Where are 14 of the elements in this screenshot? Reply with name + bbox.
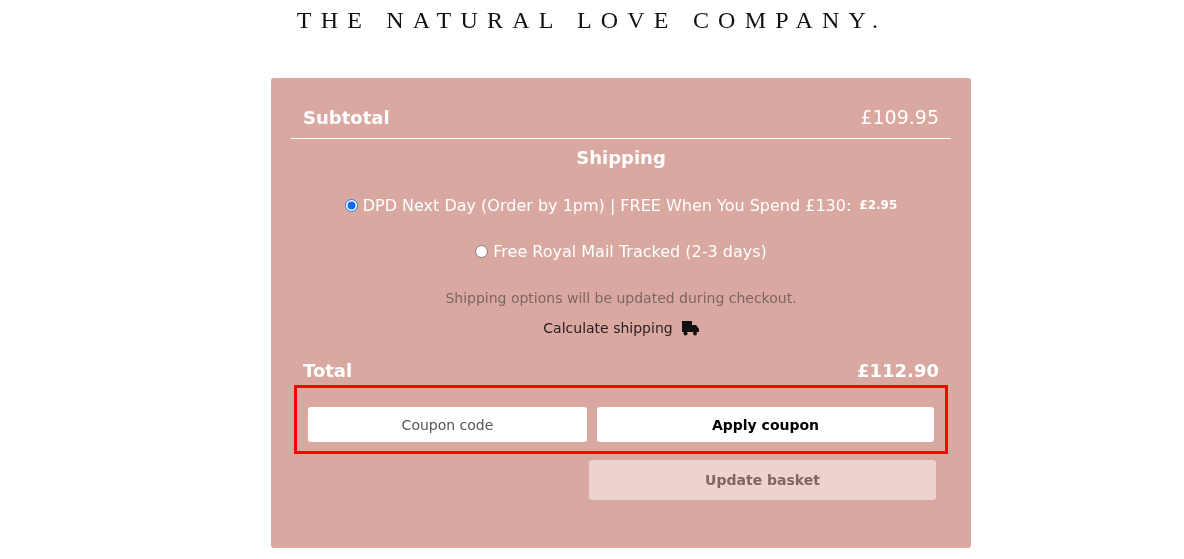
logo[interactable]: THE NATURAL LOVE COMPANY. — [296, 5, 888, 35]
shipping-radio[interactable] — [344, 198, 358, 212]
shipping-note: Shipping options will be updated during checkout. — [445, 290, 797, 306]
calculate-shipping-link[interactable]: Calculate shipping — [543, 320, 673, 336]
total-label: Total — [303, 360, 353, 381]
shipping-radio[interactable] — [475, 244, 489, 258]
apply-coupon-button[interactable]: Apply coupon — [597, 407, 934, 442]
shipping-price: £2.95 — [859, 198, 898, 212]
coupon-field[interactable]: Coupon code — [308, 407, 587, 442]
truck-icon — [681, 320, 699, 336]
total-value: £112.90 — [857, 360, 939, 381]
shipping-title: Shipping — [576, 147, 666, 168]
subtotal-value: £109.95 — [860, 106, 939, 128]
subtotal-label: Subtotal — [303, 106, 390, 128]
